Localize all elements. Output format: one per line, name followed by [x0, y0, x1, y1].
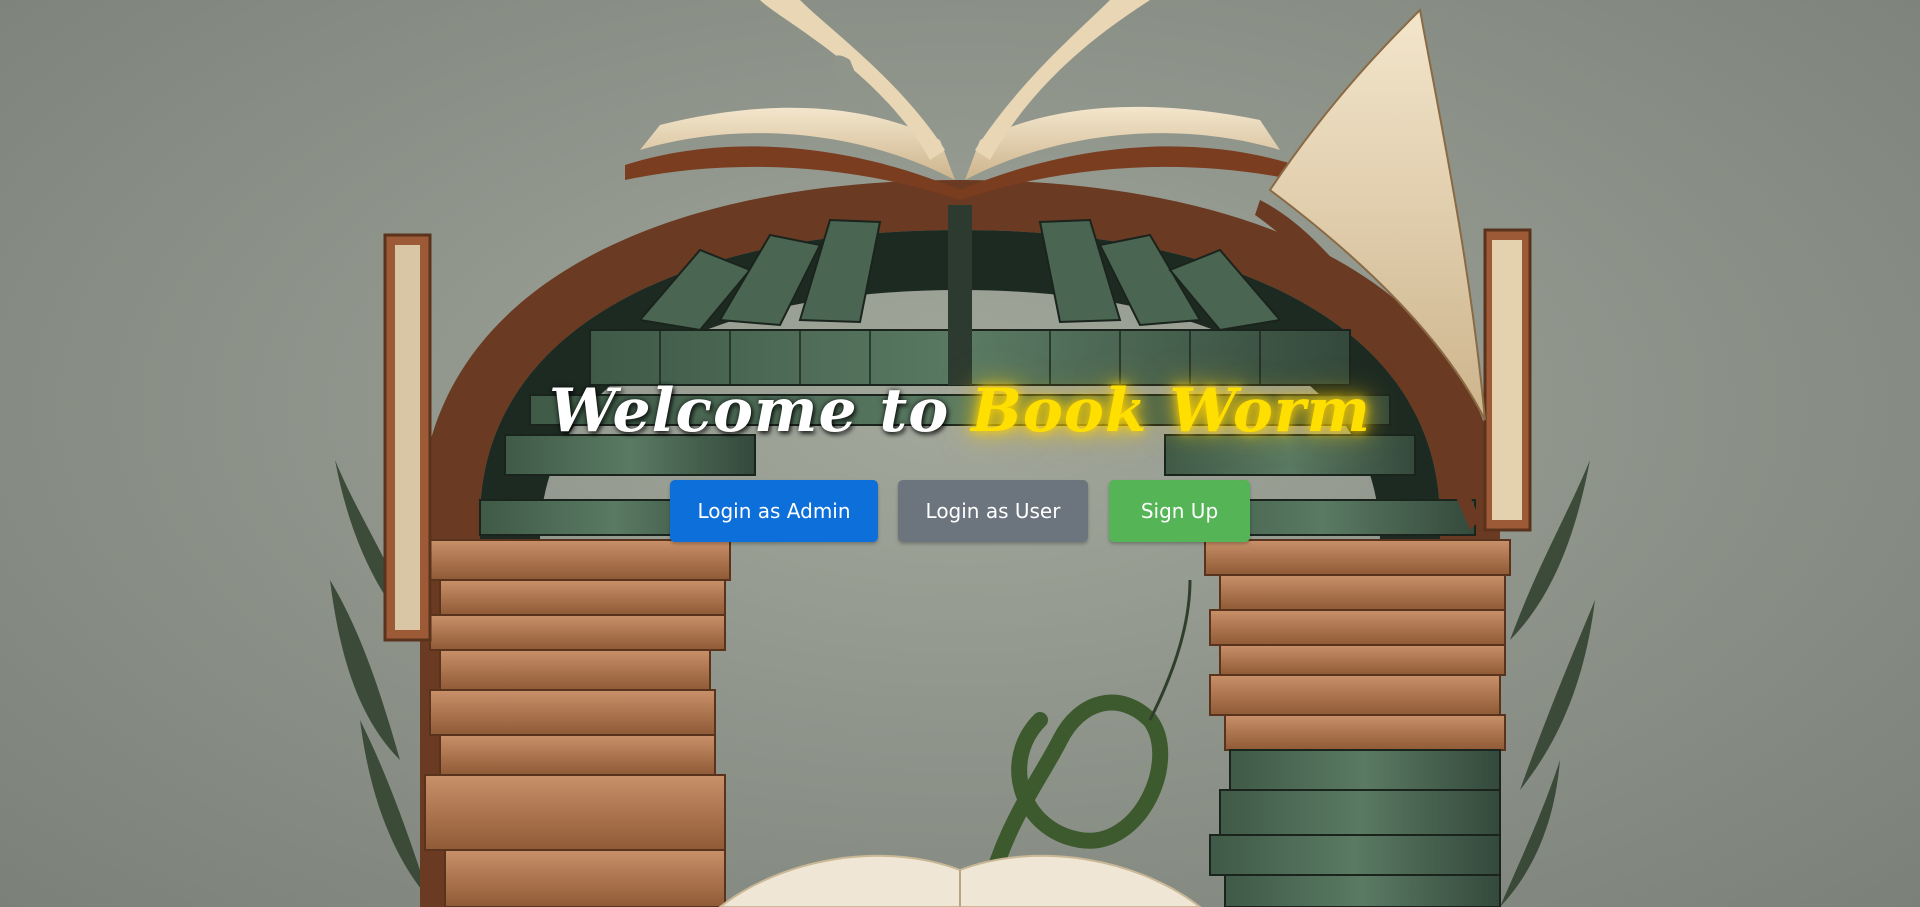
login-user-button[interactable]: Login as User: [898, 480, 1088, 542]
login-admin-button[interactable]: Login as Admin: [670, 480, 878, 542]
welcome-text: Welcome to: [548, 376, 950, 446]
hero-section: Welcome to Book Worm: [0, 368, 1920, 454]
welcome-heading: Welcome to Book Worm: [0, 368, 1920, 454]
sign-up-button[interactable]: Sign Up: [1109, 480, 1250, 542]
brand-name: Book Worm: [971, 376, 1371, 446]
